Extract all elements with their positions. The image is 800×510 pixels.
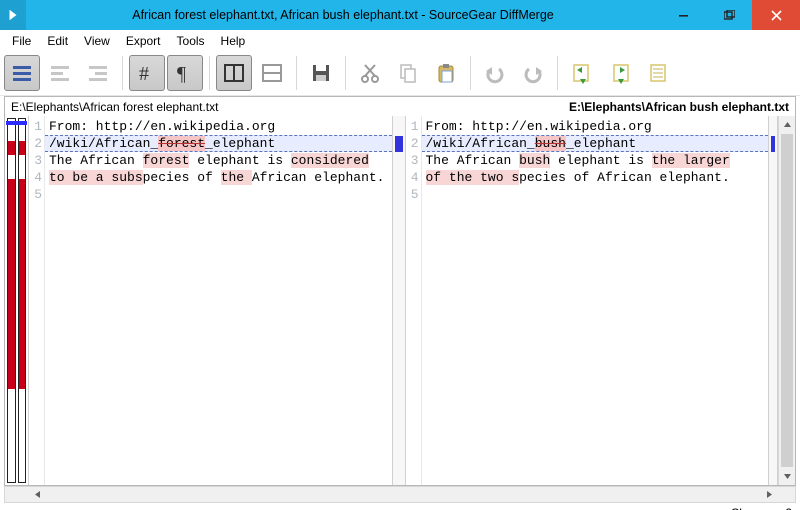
overview-col-left[interactable] [7, 118, 16, 483]
right-line-numbers: 12345 [406, 116, 422, 485]
titlebar: African forest elephant.txt, African bus… [0, 0, 800, 30]
toolbar-apply-left[interactable] [564, 55, 600, 91]
right-file-path: E:\Elephants\African bush elephant.txt [569, 100, 789, 114]
toolbar-redo[interactable] [515, 55, 551, 91]
toolbar-align-all[interactable] [4, 55, 40, 91]
toolbar-split-h[interactable] [254, 55, 290, 91]
changes-label: Changes: [731, 506, 782, 510]
window-title: African forest elephant.txt, African bus… [26, 8, 660, 22]
close-button[interactable] [752, 0, 800, 30]
scroll-right-button[interactable] [761, 487, 778, 502]
menu-export[interactable]: Export [118, 32, 169, 50]
hscroll-track[interactable] [46, 487, 761, 502]
scroll-left-button[interactable] [29, 487, 46, 502]
statusbar: Changes: 2 [0, 503, 800, 510]
toolbar-apply-right[interactable] [602, 55, 638, 91]
right-edge-marker [771, 136, 775, 152]
svg-text:#: # [139, 63, 149, 85]
toolbar-align-left[interactable] [42, 55, 78, 91]
center-marker [395, 136, 403, 152]
app-icon [0, 0, 26, 30]
minimize-button[interactable] [660, 0, 706, 30]
changes-count: 2 [785, 506, 792, 510]
toolbar-align-right[interactable] [80, 55, 116, 91]
scroll-thumb[interactable] [781, 134, 793, 467]
menu-edit[interactable]: Edit [39, 32, 76, 50]
right-edge-gutter [768, 116, 778, 485]
toolbar-pilcrow[interactable]: ¶ [167, 55, 203, 91]
diff-workarea: 12345 From: http://en.wikipedia.org/wiki… [4, 116, 796, 486]
left-text[interactable]: From: http://en.wikipedia.org/wiki/Afric… [45, 116, 392, 485]
toolbar-hash[interactable]: # [129, 55, 165, 91]
overview-col-right[interactable] [18, 118, 27, 483]
right-editor[interactable]: 12345 From: http://en.wikipedia.org/wiki… [406, 116, 769, 485]
overview-ruler[interactable] [5, 116, 29, 485]
center-gutter [392, 116, 406, 485]
left-line-numbers: 12345 [29, 116, 45, 485]
horizontal-scrollbar[interactable] [4, 486, 796, 503]
vertical-scrollbar[interactable] [778, 116, 795, 485]
menu-help[interactable]: Help [213, 32, 254, 50]
menubar: FileEditViewExportToolsHelp [0, 30, 800, 50]
toolbar-paste[interactable] [428, 55, 464, 91]
left-file-path: E:\Elephants\African forest elephant.txt [11, 100, 569, 114]
maximize-button[interactable] [706, 0, 752, 30]
right-pane: 12345 From: http://en.wikipedia.org/wiki… [406, 116, 769, 485]
toolbar-apply-both[interactable] [640, 55, 676, 91]
toolbar-save[interactable] [303, 55, 339, 91]
svg-text:¶: ¶ [177, 63, 186, 85]
file-path-bar: E:\Elephants\African forest elephant.txt… [4, 96, 796, 116]
menu-view[interactable]: View [76, 32, 118, 50]
menu-file[interactable]: File [4, 32, 39, 50]
scroll-up-button[interactable] [779, 116, 795, 133]
menu-tools[interactable]: Tools [169, 32, 213, 50]
toolbar-undo[interactable] [477, 55, 513, 91]
right-text[interactable]: From: http://en.wikipedia.org/wiki/Afric… [422, 116, 769, 485]
left-pane: 12345 From: http://en.wikipedia.org/wiki… [29, 116, 392, 485]
toolbar: #¶ [0, 50, 800, 96]
toolbar-cut[interactable] [352, 55, 388, 91]
scroll-down-button[interactable] [779, 468, 795, 485]
toolbar-copy[interactable] [390, 55, 426, 91]
left-editor[interactable]: 12345 From: http://en.wikipedia.org/wiki… [29, 116, 392, 485]
toolbar-split-v[interactable] [216, 55, 252, 91]
